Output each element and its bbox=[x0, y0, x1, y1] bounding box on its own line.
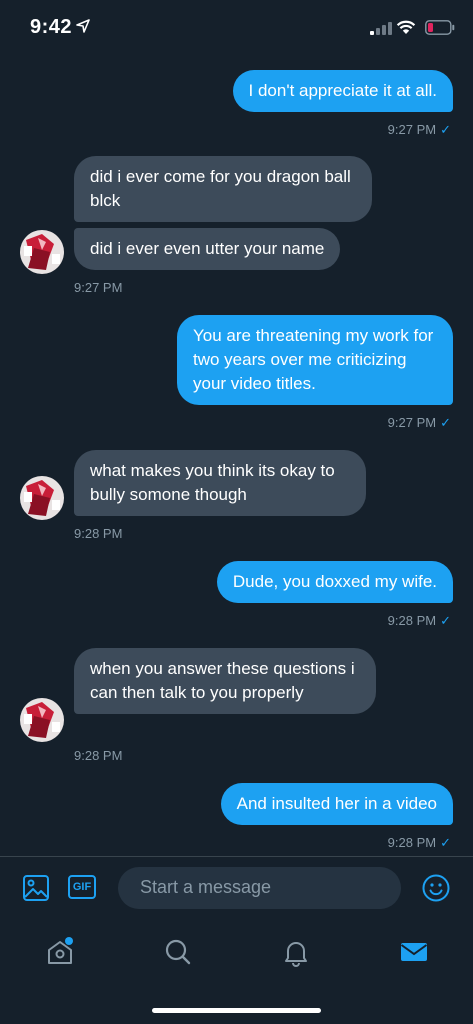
outgoing-message[interactable]: You are threatening my work for two year… bbox=[177, 315, 453, 405]
message-input[interactable]: Start a message bbox=[118, 867, 401, 909]
sent-check-icon: ✓ bbox=[440, 835, 451, 850]
avatar[interactable] bbox=[20, 476, 64, 520]
sent-check-icon: ✓ bbox=[440, 613, 451, 628]
tab-notifications[interactable] bbox=[280, 936, 312, 968]
outgoing-message[interactable]: I don't appreciate it at all. bbox=[232, 70, 453, 112]
incoming-message[interactable]: when you answer these questions i can th… bbox=[74, 648, 376, 714]
tab-messages[interactable] bbox=[398, 936, 430, 968]
sent-check-icon: ✓ bbox=[440, 415, 451, 430]
home-icon bbox=[48, 937, 73, 964]
sent-check-icon: ✓ bbox=[440, 122, 451, 137]
wifi-icon bbox=[396, 20, 416, 34]
message-timestamp: 9:27 PM ✓ bbox=[387, 122, 451, 137]
message-input-placeholder: Start a message bbox=[140, 877, 272, 897]
emoji-icon[interactable] bbox=[421, 873, 451, 903]
search-icon bbox=[165, 939, 191, 965]
tab-search[interactable] bbox=[162, 936, 194, 968]
status-time: 9:42 bbox=[30, 16, 73, 38]
tab-home[interactable] bbox=[44, 936, 76, 968]
outgoing-message[interactable]: And insulted her in a video bbox=[220, 783, 453, 825]
avatar[interactable] bbox=[20, 230, 64, 274]
signal-icon bbox=[370, 22, 392, 35]
bell-icon bbox=[285, 942, 307, 967]
message-timestamp: 9:28 PM bbox=[74, 526, 123, 541]
gif-icon[interactable]: GIF bbox=[68, 875, 96, 899]
conversation[interactable]: I don't appreciate it at all. 9:27 PM ✓ d… bbox=[0, 58, 473, 856]
location-arrow-icon bbox=[76, 19, 90, 33]
message-timestamp: 9:28 PM ✓ bbox=[387, 613, 451, 628]
image-icon[interactable] bbox=[22, 874, 50, 902]
message-composer: GIF Start a message bbox=[0, 856, 473, 919]
incoming-message[interactable]: did i ever come for you dragon ball blck bbox=[74, 156, 372, 222]
status-bar: 9:42 bbox=[0, 0, 473, 58]
avatar[interactable] bbox=[20, 698, 64, 742]
outgoing-message[interactable]: Dude, you doxxed my wife. bbox=[216, 561, 453, 603]
message-timestamp: 9:27 PM bbox=[74, 280, 123, 295]
mail-icon bbox=[400, 943, 428, 961]
message-timestamp: 9:28 PM ✓ bbox=[387, 835, 451, 850]
incoming-message[interactable]: what makes you think its okay to bully s… bbox=[74, 450, 366, 516]
battery-icon bbox=[425, 20, 455, 35]
message-timestamp: 9:27 PM ✓ bbox=[387, 415, 451, 430]
home-indicator bbox=[152, 1008, 321, 1013]
incoming-message[interactable]: did i ever even utter your name bbox=[74, 228, 341, 270]
message-timestamp: 9:28 PM bbox=[74, 748, 123, 763]
